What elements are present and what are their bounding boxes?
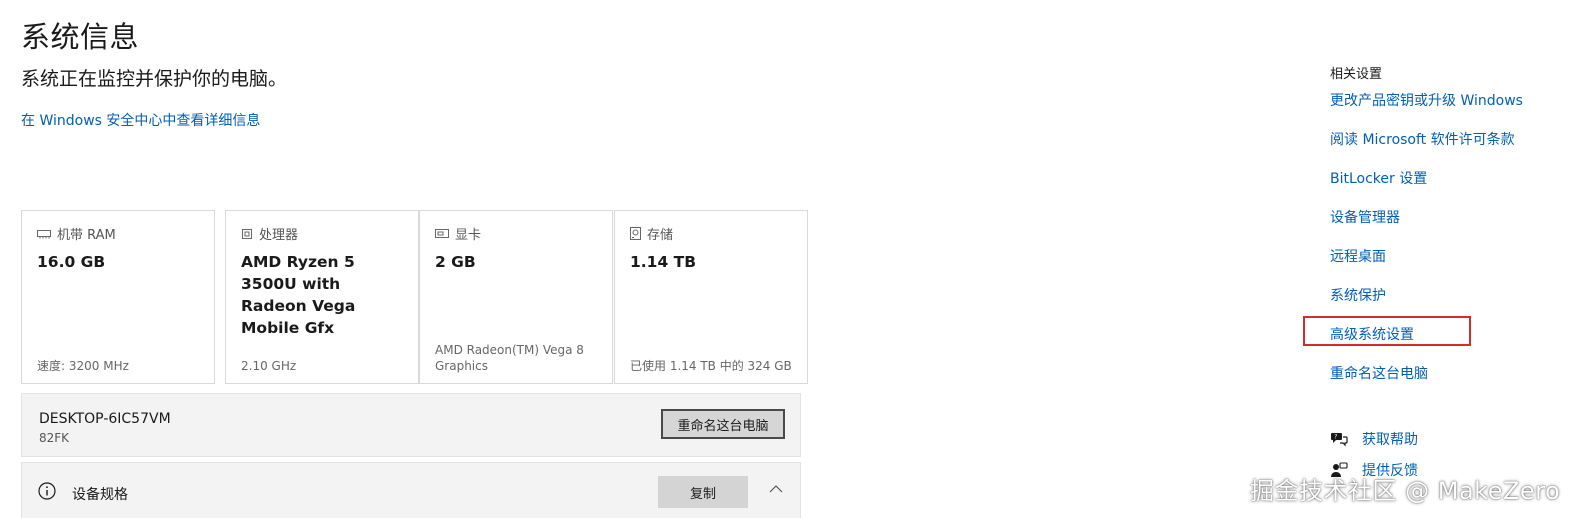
processor-footer: 2.10 GHz <box>241 359 297 373</box>
related-link-rename-pc[interactable]: 重命名这台电脑 <box>1330 363 1428 383</box>
pc-name-panel: DESKTOP-6IC57VM 82FK 重命名这台电脑 <box>21 393 801 457</box>
related-link-system-protection[interactable]: 系统保护 <box>1330 285 1386 305</box>
device-specs-panel[interactable]: 设备规格 复制 <box>21 462 801 518</box>
ram-value: 16.0 GB <box>37 253 106 271</box>
ram-icon <box>37 229 51 238</box>
graphics-card: 显卡 2 GB AMD Radeon(TM) Vega 8 Graphics <box>419 210 613 384</box>
help-chat-icon: ? <box>1331 433 1348 447</box>
pc-model: 82FK <box>39 431 70 445</box>
watermark: 掘金技术社区 @ MakeZero <box>1250 477 1561 505</box>
storage-card: 存储 1.14 TB 已使用 1.14 TB 中的 324 GB <box>614 210 808 384</box>
security-center-link[interactable]: 在 Windows 安全中心中查看详细信息 <box>21 110 260 130</box>
processor-caption: 处理器 <box>259 228 299 243</box>
protection-status-text: 系统正在监控并保护你的电脑。 <box>21 68 288 90</box>
chevron-up-icon[interactable] <box>769 484 783 494</box>
svg-text:?: ? <box>1334 434 1337 441</box>
device-specs-label: 设备规格 <box>72 487 128 503</box>
related-link-bitlocker[interactable]: BitLocker 设置 <box>1330 168 1427 188</box>
related-settings-heading: 相关设置 <box>1330 67 1383 82</box>
rename-pc-button[interactable]: 重命名这台电脑 <box>661 409 785 439</box>
related-link-device-manager[interactable]: 设备管理器 <box>1330 207 1400 227</box>
graphics-value: 2 GB <box>435 253 476 271</box>
pc-name: DESKTOP-6IC57VM <box>39 411 171 427</box>
ram-card: 机带 RAM 16.0 GB 速度: 3200 MHz <box>21 210 215 384</box>
get-help-link[interactable]: 获取帮助 <box>1362 429 1418 449</box>
display-adapter-icon <box>435 229 449 238</box>
info-icon <box>38 482 56 500</box>
graphics-caption: 显卡 <box>455 228 482 243</box>
highlight-box <box>1303 316 1471 346</box>
processor-card: 处理器 AMD Ryzen 5 3500U with Radeon Vega M… <box>225 210 419 384</box>
related-link-upgrade-windows[interactable]: 更改产品密钥或升级 Windows <box>1330 90 1523 110</box>
processor-value: AMD Ryzen 5 3500U with Radeon Vega Mobil… <box>241 253 356 337</box>
storage-footer: 已使用 1.14 TB 中的 324 GB <box>630 359 792 373</box>
related-link-remote-desktop[interactable]: 远程桌面 <box>1330 246 1386 266</box>
related-link-license-terms[interactable]: 阅读 Microsoft 软件许可条款 <box>1330 129 1515 149</box>
copy-specs-button[interactable]: 复制 <box>658 476 748 508</box>
ram-footer: 速度: 3200 MHz <box>37 359 129 373</box>
page-title: 系统信息 <box>21 20 140 54</box>
storage-value: 1.14 TB <box>630 253 697 271</box>
processor-icon <box>242 228 252 239</box>
get-help-row[interactable]: ? 获取帮助 <box>1330 429 1418 449</box>
ram-caption: 机带 RAM <box>57 228 116 243</box>
storage-caption: 存储 <box>647 228 674 243</box>
graphics-footer: AMD Radeon(TM) Vega 8 Graphics <box>435 343 584 373</box>
storage-icon <box>630 227 641 240</box>
